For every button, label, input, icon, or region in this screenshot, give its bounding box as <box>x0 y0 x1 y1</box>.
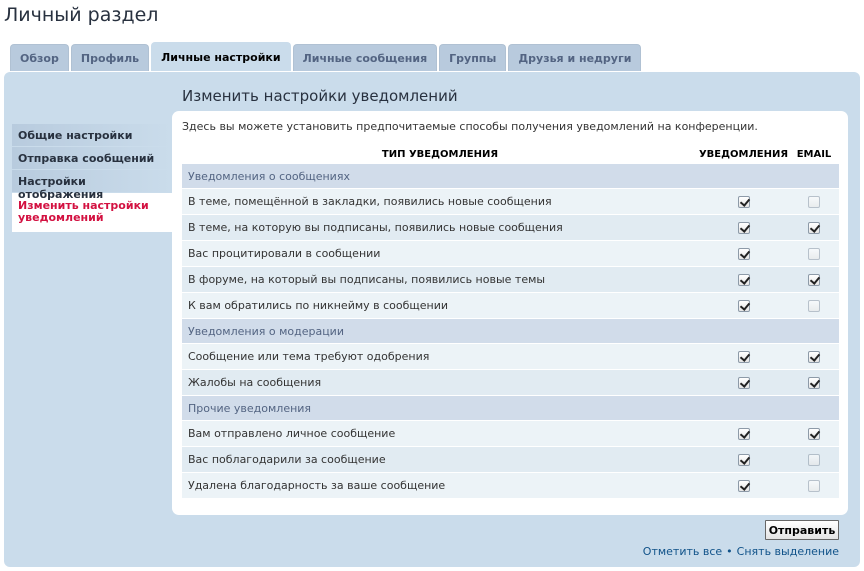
notification-checkbox-cell <box>698 299 789 312</box>
notification-settings-box: Здесь вы можете установить предпочитаемы… <box>172 111 848 515</box>
page-title: Личный раздел <box>4 4 159 26</box>
notification-checkbox-cell <box>698 221 789 234</box>
column-header-notifications: УВЕДОМЛЕНИЯ <box>698 149 789 160</box>
email-checkbox[interactable] <box>808 273 820 286</box>
email-checkbox[interactable] <box>808 350 820 363</box>
table-row: Вам отправлено личное сообщение <box>182 421 839 446</box>
email-checkbox-cell <box>789 453 839 466</box>
table-row: В теме, на которую вы подписаны, появили… <box>182 215 839 240</box>
row-label: Вас процитировали в сообщении <box>188 247 381 260</box>
email-checkbox-cell <box>789 427 839 440</box>
email-checkbox-cell <box>789 350 839 363</box>
email-checkbox-cell <box>789 221 839 234</box>
tab-groups[interactable]: Группы <box>439 44 507 71</box>
email-checkbox-cell <box>789 273 839 286</box>
email-checkbox[interactable] <box>808 221 820 234</box>
intro-text: Здесь вы можете установить предпочитаемы… <box>182 120 758 133</box>
tab-private-messages[interactable]: Личные сообщения <box>292 44 438 71</box>
table-row: К вам обратились по никнейму в сообщении <box>182 293 839 318</box>
sidebar-item-posting[interactable]: Отправка сообщений <box>12 147 172 170</box>
sidebar-item-notifications[interactable]: Изменить настройки уведомлений <box>12 193 172 233</box>
row-label: Жалобы на сообщения <box>188 376 322 389</box>
notification-checkbox[interactable] <box>737 350 750 363</box>
email-checkbox-cell <box>789 247 839 260</box>
table-row: Вас процитировали в сообщении <box>182 241 839 266</box>
notification-checkbox[interactable] <box>737 221 750 234</box>
row-label: Вас поблагодарили за сообщение <box>188 453 386 466</box>
submit-button[interactable]: Отправить <box>765 520 839 540</box>
sidebar-item-display[interactable]: Настройки отображения <box>12 170 172 201</box>
link-separator: • <box>726 545 733 558</box>
mark-links: Отметить все • Снять выделение <box>643 545 839 558</box>
notification-checkbox[interactable] <box>737 247 750 260</box>
row-label: Удалена благодарность за ваше сообщение <box>188 479 446 492</box>
email-checkbox[interactable] <box>808 427 820 440</box>
notification-checkbox-cell <box>698 195 789 208</box>
notification-checkbox-cell <box>698 453 789 466</box>
notification-checkbox-cell <box>698 247 789 260</box>
notification-checkbox[interactable] <box>737 427 750 440</box>
tab-personal-settings[interactable]: Личные настройки <box>151 42 291 71</box>
notification-checkbox[interactable] <box>737 273 750 286</box>
email-checkbox-cell <box>789 479 839 492</box>
tab-friends-foes[interactable]: Друзья и недруги <box>508 44 642 71</box>
notification-checkbox[interactable] <box>737 195 750 208</box>
row-label: В форуме, на который вы подписаны, появи… <box>188 273 546 286</box>
row-label: В теме, помещённой в закладки, появились… <box>188 195 552 208</box>
email-checkbox[interactable] <box>808 195 820 208</box>
email-checkbox[interactable] <box>808 247 820 260</box>
notification-checkbox[interactable] <box>737 479 750 492</box>
sidebar-item-general-settings[interactable]: Общие настройки <box>12 124 172 147</box>
table-row: Удалена благодарность за ваше сообщение <box>182 473 839 498</box>
notification-checkbox-cell <box>698 273 789 286</box>
tab-profile[interactable]: Профиль <box>70 44 150 71</box>
tab-bar: Обзор Профиль Личные настройки Личные со… <box>10 42 643 72</box>
notification-checkbox-cell <box>698 350 789 363</box>
email-checkbox[interactable] <box>808 299 820 312</box>
column-header-type: ТИП УВЕДОМЛЕНИЯ <box>381 149 499 160</box>
row-label: В теме, на которую вы подписаны, появили… <box>188 221 563 234</box>
mark-all-link[interactable]: Отметить все <box>643 545 722 558</box>
unmark-all-link[interactable]: Снять выделение <box>737 545 839 558</box>
notification-table: ТИП УВЕДОМЛЕНИЯ УВЕДОМЛЕНИЯ EMAIL Уведом… <box>182 146 839 498</box>
table-row: Жалобы на сообщения <box>182 370 839 395</box>
group-row: Уведомления о модерации <box>182 319 839 343</box>
tab-overview[interactable]: Обзор <box>10 44 69 71</box>
notification-checkbox-cell <box>698 427 789 440</box>
table-row: В теме, помещённой в закладки, появились… <box>182 189 839 214</box>
sidebar-menu: Общие настройки Отправка сообщений Настр… <box>12 124 172 233</box>
notification-checkbox[interactable] <box>737 299 750 312</box>
table-row: В форуме, на который вы подписаны, появи… <box>182 267 839 292</box>
email-checkbox[interactable] <box>808 479 820 492</box>
email-checkbox[interactable] <box>808 453 820 466</box>
email-checkbox-cell <box>789 299 839 312</box>
table-row: Вас поблагодарили за сообщение <box>182 447 839 472</box>
notification-checkbox-cell <box>698 376 789 389</box>
group-row: Прочие уведомления <box>182 396 839 420</box>
notification-checkbox[interactable] <box>737 453 750 466</box>
row-label: Сообщение или тема требуют одобрения <box>188 350 430 363</box>
column-header-email: EMAIL <box>796 149 832 160</box>
table-row: Сообщение или тема требуют одобрения <box>182 344 839 369</box>
email-checkbox-cell <box>789 376 839 389</box>
notification-checkbox-cell <box>698 479 789 492</box>
group-row: Уведомления о сообщениях <box>182 164 839 188</box>
row-label: К вам обратились по никнейму в сообщении <box>188 299 449 312</box>
table-header: ТИП УВЕДОМЛЕНИЯ УВЕДОМЛЕНИЯ EMAIL <box>182 146 839 163</box>
section-heading: Изменить настройки уведомлений <box>182 87 458 105</box>
email-checkbox-cell <box>789 195 839 208</box>
notification-checkbox[interactable] <box>737 376 750 389</box>
email-checkbox[interactable] <box>808 376 820 389</box>
row-label: Вам отправлено личное сообщение <box>188 427 396 440</box>
